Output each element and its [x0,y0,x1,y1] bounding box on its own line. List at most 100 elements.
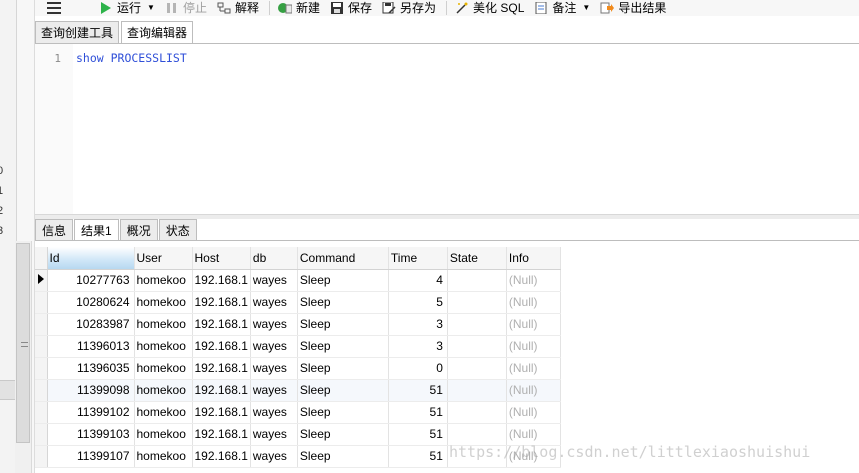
cell-host[interactable]: 192.168.1 [192,379,251,402]
table-row[interactable]: 11396013 homekoo 192.168.1 wayes Sleep 3 (Null… [35,335,561,358]
cell-id[interactable]: 10280624 [47,291,135,314]
cell-command[interactable]: Sleep [297,269,389,292]
cell-command[interactable]: Sleep [297,357,389,380]
cell-db[interactable]: wayes [250,423,298,446]
cell-id[interactable]: 11396013 [47,335,135,358]
cell-state[interactable] [447,379,507,402]
tab-status[interactable]: 状态 [158,219,197,241]
tab-query-builder[interactable]: 查询创建工具 [35,21,120,44]
explain-button[interactable]: 解释 [217,0,259,16]
cell-id[interactable]: 11399098 [47,379,135,402]
column-header-time[interactable]: Time [388,247,448,270]
cell-host[interactable]: 192.168.1 [192,423,251,446]
tab-overview[interactable]: 概况 [119,219,158,241]
row-indicator[interactable] [35,445,48,468]
cell-command[interactable]: Sleep [297,379,389,402]
cell-command[interactable]: Sleep [297,313,389,336]
cell-user[interactable]: homekoo [134,379,193,402]
cell-user[interactable]: homekoo [134,269,193,292]
cell-db[interactable]: wayes [250,269,298,292]
cell-host[interactable]: 192.168.1 [192,357,251,380]
table-row[interactable]: 10277763 homekoo 192.168.1 wayes Sleep 4 (Null… [35,269,561,292]
cell-id[interactable]: 11399103 [47,423,135,446]
cell-id[interactable]: 11399102 [47,401,135,424]
cell-db[interactable]: wayes [250,313,298,336]
tab-info[interactable]: 信息 [35,219,74,241]
row-indicator[interactable] [35,291,48,314]
cell-info[interactable]: (Null) [506,291,561,314]
save-button[interactable]: 保存 [330,0,372,16]
cell-host[interactable]: 192.168.1 [192,445,251,468]
cell-host[interactable]: 192.168.1 [192,291,251,314]
cell-state[interactable] [447,313,507,336]
cell-id[interactable]: 10277763 [47,269,135,292]
cell-state[interactable] [447,291,507,314]
cell-time[interactable]: 3 [388,313,448,336]
table-row[interactable]: 11399102 homekoo 192.168.1 wayes Sleep 51 (Nul… [35,401,561,424]
cell-time[interactable]: 4 [388,269,448,292]
table-row[interactable]: 11399098 homekoo 192.168.1 wayes Sleep 51 (Nul… [35,379,561,402]
cell-info[interactable]: (Null) [506,269,561,292]
sql-code-line[interactable]: show PROCESSLIST [76,51,187,65]
cell-state[interactable] [447,335,507,358]
column-header-state[interactable]: State [447,247,507,270]
cell-host[interactable]: 192.168.1 [192,269,251,292]
cell-host[interactable]: 192.168.1 [192,401,251,424]
cell-db[interactable]: wayes [250,445,298,468]
save-as-button[interactable]: 另存为 [382,0,436,16]
row-indicator[interactable] [35,357,48,380]
cell-time[interactable]: 51 [388,423,448,446]
cell-user[interactable]: homekoo [134,335,193,358]
cell-db[interactable]: wayes [250,291,298,314]
backup-button[interactable]: 备注 ▼ [534,0,590,16]
cell-info[interactable]: (Null) [506,313,561,336]
cell-info[interactable]: (Null) [506,423,561,446]
scrollbar-thumb[interactable] [16,243,30,443]
column-header-user[interactable]: User [134,247,193,270]
row-indicator[interactable] [35,335,48,358]
cell-host[interactable]: 192.168.1 [192,335,251,358]
cell-command[interactable]: Sleep [297,401,389,424]
cell-db[interactable]: wayes [250,401,298,424]
cell-user[interactable]: homekoo [134,357,193,380]
column-header-id[interactable]: Id [47,247,135,270]
sql-editor[interactable]: 1 show PROCESSLIST [35,44,859,214]
tab-query-editor[interactable]: 查询编辑器 [121,21,194,44]
column-header-info[interactable]: Info [506,247,561,270]
cell-db[interactable]: wayes [250,335,298,358]
row-indicator[interactable] [35,423,48,446]
cell-state[interactable] [447,269,507,292]
cell-user[interactable]: homekoo [134,313,193,336]
left-vertical-scrollbar[interactable] [15,241,32,473]
cell-id[interactable]: 10283987 [47,313,135,336]
cell-user[interactable]: homekoo [134,401,193,424]
cell-id[interactable]: 11396035 [47,357,135,380]
cell-time[interactable]: 51 [388,401,448,424]
cell-time[interactable]: 5 [388,291,448,314]
tab-result1[interactable]: 结果1 [74,219,119,241]
cell-info[interactable]: (Null) [506,357,561,380]
cell-time[interactable]: 0 [388,357,448,380]
menu-icon[interactable] [47,2,63,14]
row-indicator[interactable] [35,401,48,424]
row-indicator[interactable] [35,313,48,336]
cell-user[interactable]: homekoo [134,291,193,314]
cell-db[interactable]: wayes [250,379,298,402]
column-header-db[interactable]: db [250,247,298,270]
stop-button[interactable]: 停止 [165,0,207,16]
cell-state[interactable] [447,401,507,424]
cell-db[interactable]: wayes [250,357,298,380]
table-row[interactable]: 11396035 homekoo 192.168.1 wayes Sleep 0 (Null… [35,357,561,380]
cell-user[interactable]: homekoo [134,445,193,468]
cell-id[interactable]: 11399107 [47,445,135,468]
table-row[interactable]: 11399103 homekoo 192.168.1 wayes Sleep 51 (Nul… [35,423,561,446]
column-header-host[interactable]: Host [192,247,251,270]
cell-command[interactable]: Sleep [297,335,389,358]
export-result-button[interactable]: 导出结果 [600,0,666,16]
run-button[interactable]: 运行 ▼ [99,0,155,16]
cell-state[interactable] [447,357,507,380]
cell-state[interactable] [447,423,507,446]
table-row[interactable]: 10283987 homekoo 192.168.1 wayes Sleep 3 (Null… [35,313,561,336]
cell-info[interactable]: (Null) [506,379,561,402]
row-indicator[interactable] [35,379,48,402]
